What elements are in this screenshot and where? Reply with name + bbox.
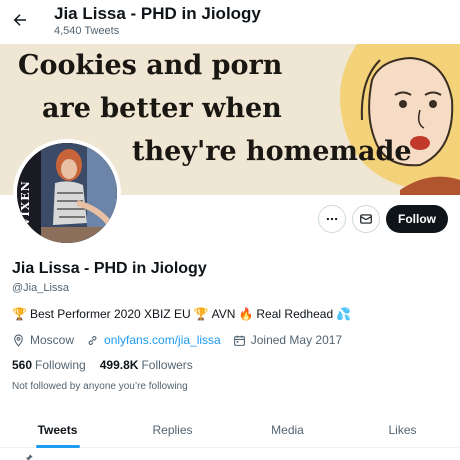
location-text: Moscow <box>30 333 75 347</box>
banner-line-2: are better when <box>42 93 282 124</box>
following-link[interactable]: 560 Following <box>12 358 86 372</box>
tab-likes[interactable]: Likes <box>345 414 460 447</box>
follow-stats: 560 Following 499.8K Followers <box>12 358 193 372</box>
location-pin-icon <box>14 334 23 347</box>
pinned-tweet-hint <box>24 453 34 460</box>
profile-tabs: Tweets Replies Media Likes <box>0 414 460 448</box>
website: onlyfans.com/jia_lissa <box>86 333 221 347</box>
join-date: Joined May 2017 <box>233 333 342 347</box>
location: Moscow <box>12 333 74 347</box>
link-icon <box>88 335 97 345</box>
profile-name: Jia Lissa - PHD in Jiology <box>12 260 207 277</box>
top-bar: Jia Lissa - PHD in Jiology 4,540 Tweets <box>0 0 460 44</box>
pin-icon <box>25 454 33 460</box>
avatar-logo: VIXEN <box>19 180 32 226</box>
header-title: Jia Lissa - PHD in Jiology <box>54 4 261 23</box>
message-button[interactable] <box>352 205 380 233</box>
trophy-icon: 🏆 <box>193 307 209 321</box>
bio-text-2: AVN <box>211 307 236 321</box>
envelope-icon <box>360 214 372 224</box>
tab-tweets[interactable]: Tweets <box>0 414 115 448</box>
more-icon <box>326 217 338 221</box>
tweet-count: 4,540 Tweets <box>54 25 120 37</box>
joined-text: Joined May 2017 <box>250 333 343 347</box>
bio-text-1: Best Performer 2020 XBIZ EU <box>29 307 191 321</box>
tab-media[interactable]: Media <box>230 414 345 447</box>
followers-label: Followers <box>141 358 193 372</box>
bio-text-3: Real Redhead <box>256 307 334 321</box>
profile-handle: @Jia_Lissa <box>12 282 70 294</box>
profile-meta: Moscow onlyfans.com/jia_lissa Joined May… <box>12 333 354 347</box>
following-label: Following <box>35 358 86 372</box>
not-followed-notice: Not followed by anyone you’re following <box>12 381 188 392</box>
followers-count: 499.8K <box>99 358 139 372</box>
follow-button[interactable]: Follow <box>386 205 448 233</box>
tab-replies[interactable]: Replies <box>115 414 230 447</box>
website-link[interactable]: onlyfans.com/jia_lissa <box>104 333 221 347</box>
trophy-icon: 🏆 <box>12 307 27 321</box>
banner-line-1: Cookies and porn <box>18 50 283 81</box>
following-count: 560 <box>12 358 33 372</box>
droplets-icon: 💦 <box>336 307 352 321</box>
fire-icon: 🔥 <box>238 307 254 321</box>
more-options-button[interactable] <box>318 205 346 233</box>
followers-link[interactable]: 499.8K Followers <box>100 358 193 372</box>
avatar[interactable]: VIXEN <box>13 139 121 247</box>
profile-bio: 🏆 Best Performer 2020 XBIZ EU 🏆 AVN 🔥 Re… <box>12 307 351 321</box>
calendar-icon <box>233 335 245 346</box>
back-arrow-icon[interactable] <box>8 8 32 32</box>
